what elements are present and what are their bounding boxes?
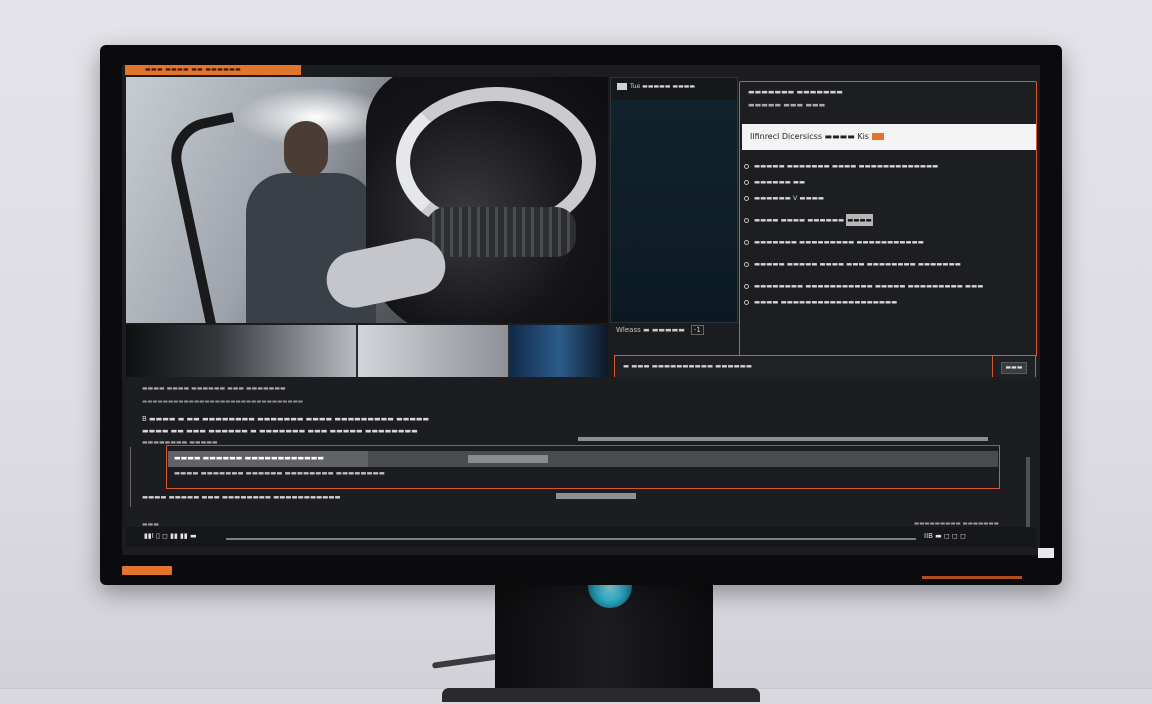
list-item[interactable]: ▬▬▬▬▬ ▬▬▬▬▬ ▬▬▬▬ ▬▬▬ ▬▬▬▬▬▬▬▬ ▬▬▬▬▬▬▬ [744,256,1034,272]
media-panel-title: Tue ▬▬▬▬▬ ▬▬▬▬ [630,83,696,90]
media-panel: Tue ▬▬▬▬▬ ▬▬▬▬ [610,77,738,323]
preview-person-head [284,121,328,177]
video-clip[interactable]: ▬▬▬▬ ▬▬▬▬▬▬ ▬▬▬▬▬▬▬▬▬▬▬▬ [168,451,998,467]
list-item[interactable]: ▬▬▬▬▬ ▬▬▬▬▬▬▬ ▬▬▬▬ ▬▬▬▬▬▬▬▬▬▬▬▬▬ [744,158,1034,174]
bullet-icon [744,283,749,289]
list-item[interactable]: ▬▬▬▬▬▬▬ ▬▬▬▬▬▬▬▬▬ ▬▬▬▬▬▬▬▬▬▬▬ [744,234,1034,250]
transport-controls-right[interactable]: IIB ▬ ◻ ◻ ◻ [924,532,966,540]
monitor-base [442,688,760,702]
inspector-input[interactable]: Ilfinrecl Dicersicss ▬▬▬▬ Kis [742,124,1036,150]
bullet-icon [744,179,749,185]
bullet-icon [744,163,749,169]
media-footer-label: Wleass ▬ ▬▬▬▬▬ [616,326,685,334]
dialog-line: ▬ ▬▬▬ ▬▬▬▬▬▬▬▬▬▬ ▬▬▬▬▬▬ [623,362,753,370]
power-indicator [122,566,172,575]
bullet-icon [744,239,749,245]
timecode-field[interactable]: -1 [690,325,704,335]
inspector-title: ▬▬▬▬▬▬▬ ▬▬▬▬▬▬▬ [748,88,843,96]
status-led [1038,548,1054,558]
list-item[interactable]: ▬▬▬▬▬▬ V ▬▬▬▬ [744,190,1034,206]
thumbnail-strip [126,325,608,377]
preview-gear [426,207,576,257]
media-panel-header: Tue ▬▬▬▬▬ ▬▬▬▬ [611,78,737,100]
bullet-icon [744,261,749,267]
bullet-icon [744,299,749,305]
transport-controls-left[interactable]: ▮▮I ▯ ◻ ▮▮ ▮▮ ▬ [144,532,197,540]
list-item[interactable]: ▬▬▬▬▬▬▬▬ ▬▬▬▬▬▬▬▬▬▬▬ ▬▬▬▬▬ ▬▬▬▬▬▬▬▬▬ ▬▬▬ [744,278,1034,294]
track-rail [130,447,136,507]
cable [431,653,501,669]
timeline-subheader: ▬▬▬▬▬▬▬▬▬▬▬▬▬▬▬▬▬▬▬▬▬▬▬▬▬▬▬▬▬▬▬ [142,399,304,405]
bezel-accent [922,576,1022,579]
transport-scrubber[interactable] [226,538,916,540]
video-preview[interactable] [126,77,608,323]
clip-marker [468,455,548,463]
inspector-list: ▬▬▬▬▬ ▬▬▬▬▬▬▬ ▬▬▬▬ ▬▬▬▬▬▬▬▬▬▬▬▬▬ ▬▬▬▬▬▬ … [744,158,1034,310]
clip-subtitle: ▬▬▬▬ ▬▬▬▬▬▬▬ ▬▬▬▬▬▬ ▬▬▬▬▬▬▬▬ ▬▬▬▬▬▬▬▬ [174,469,385,477]
monitor: ▬▬▬ ▬▬▬▬ ▬▬ ▬▬▬▬▬▬ Tue ▬▬▬▬▬ ▬▬▬▬ Wleass… [100,45,1062,585]
media-panel-footer: Wleass ▬ ▬▬▬▬▬ -1 [612,323,738,339]
inspector-input-value: Ilfinrecl Dicersicss ▬▬▬▬ Kis [750,132,869,141]
thumbnail[interactable] [126,325,356,377]
inspector-panel: ▬▬▬▬▬▬▬ ▬▬▬▬▬▬▬ ▬▬▬▬▬ ▬▬▬ ▬▬▬ Ilfinrecl … [739,81,1037,357]
accent-icon [871,133,884,140]
list-item[interactable]: ▬▬▬▬ ▬▬▬▬▬▬▬▬▬▬▬▬▬▬▬▬▬▬▬ [744,294,1034,310]
scrub-handle[interactable] [556,493,636,499]
dialog-option-button[interactable]: ▬▬▬ [1001,362,1027,374]
timeline-text: ▬▬▬▬ ▬▬ ▬▬▬ ▬▬▬▬▬▬ ▬ ▬▬▬▬▬▬▬ ▬▬▬ ▬▬▬▬▬ ▬… [142,427,418,435]
list-item[interactable]: ▬▬▬▬ ▬▬▬▬ ▬▬▬▬▬▬ ▬▬▬▬ [744,212,1034,228]
inspector-subtitle: ▬▬▬▬▬ ▬▬▬ ▬▬▬ [748,101,826,109]
editor-screen: ▬▬▬ ▬▬▬▬ ▬▬ ▬▬▬▬▬▬ Tue ▬▬▬▬▬ ▬▬▬▬ Wleass… [122,65,1040,555]
thumbnail[interactable] [358,325,508,377]
media-panel-body[interactable] [611,100,737,322]
highlighted-term: ▬▬▬▬ [846,214,873,226]
media-icon [617,83,627,90]
timeline-header: ▬▬▬▬ ▬▬▬▬ ▬▬▬▬▬▬ ▬▬▬ ▬▬▬▬▬▬▬ [142,385,286,392]
list-item[interactable]: ▬▬▬▬▬▬ ▬▬ [744,174,1034,190]
clip-label: ▬▬▬▬ ▬▬▬▬▬▬ ▬▬▬▬▬▬▬▬▬▬▬▬ [174,454,324,462]
bullet-icon [744,217,749,223]
transport-bar: ▮▮I ▯ ◻ ▮▮ ▮▮ ▬ IIB ▬ ◻ ◻ ◻ [126,527,1036,547]
thumbnail[interactable] [510,325,608,377]
playhead-bar[interactable] [578,437,988,441]
timeline-caption: ▬▬▬▬ ▬▬▬▬▬ ▬▬▬ ▬▬▬▬▬▬▬▬ ▬▬▬▬▬▬▬▬▬▬▬ [142,493,341,501]
bullet-icon [744,195,749,201]
timeline-text: B ▬▬▬▬ ▬ ▬▬ ▬▬▬▬▬▬▬▬ ▬▬▬▬▬▬▬ ▬▬▬▬ ▬▬▬▬▬▬… [142,415,430,423]
project-tab[interactable]: ▬▬▬ ▬▬▬▬ ▬▬ ▬▬▬▬▬▬ [125,65,301,75]
